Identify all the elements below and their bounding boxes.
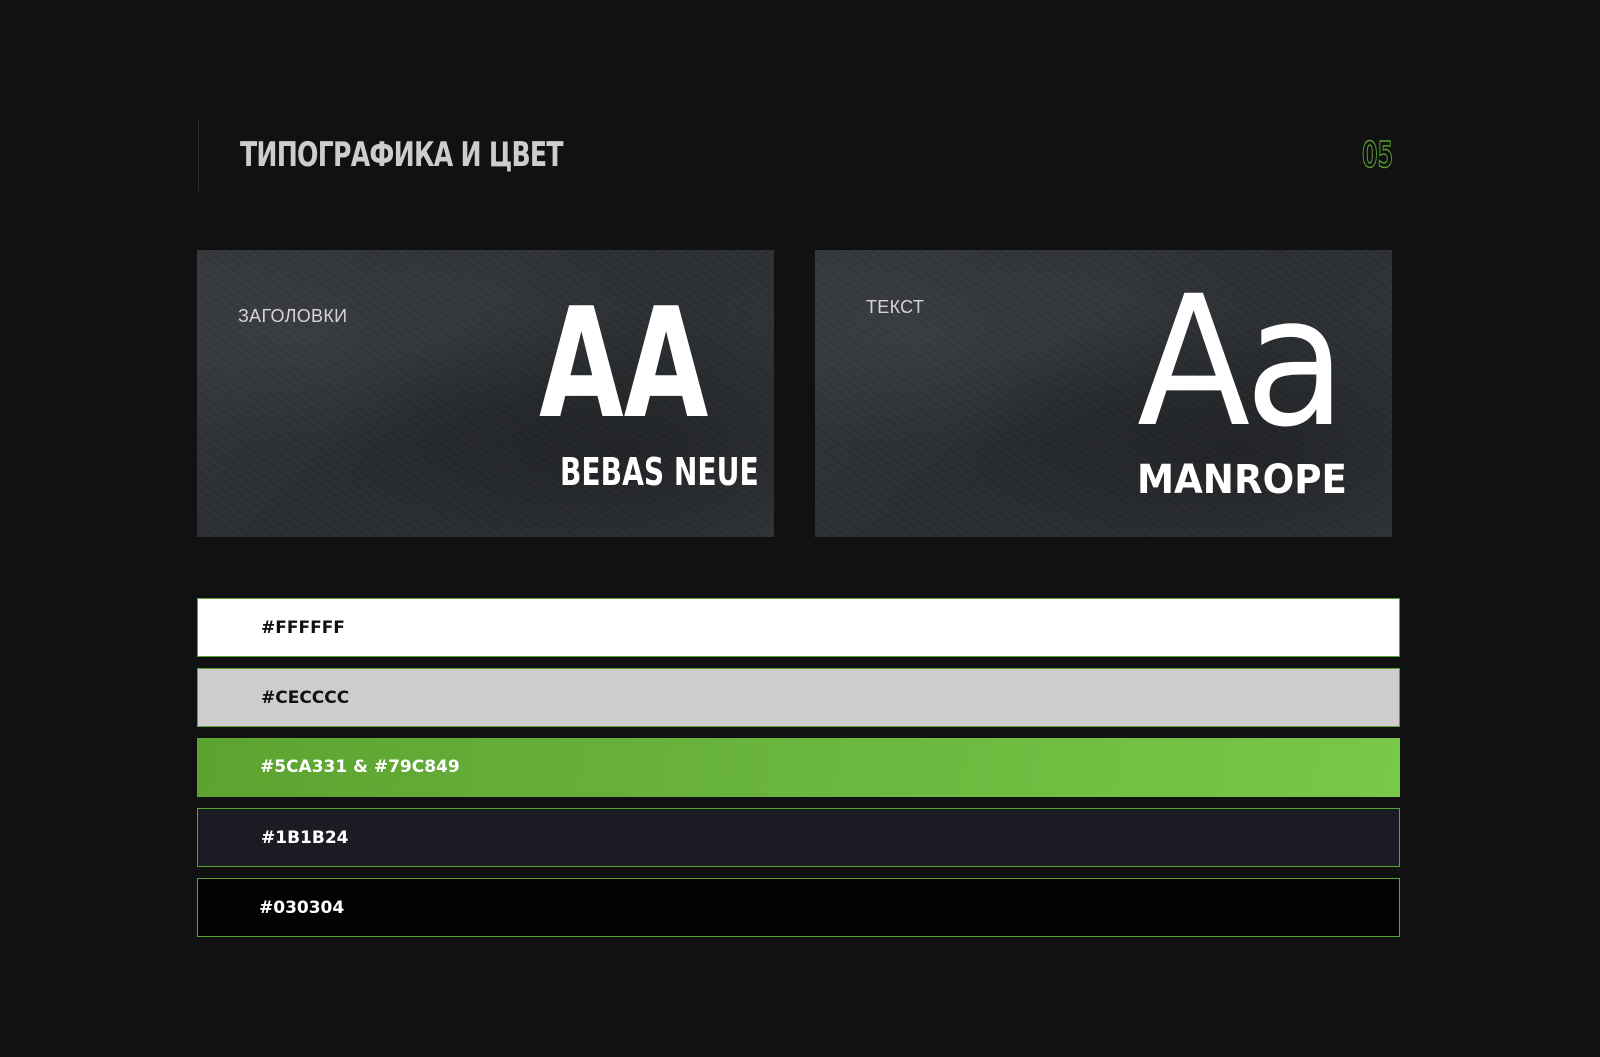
- color-swatch-label: #030304: [259, 898, 345, 918]
- headings-font-card: ЗАГОЛОВКИ AA BEBAS NEUE: [197, 250, 774, 537]
- headings-font-sample: AA: [539, 275, 709, 452]
- color-swatch-dark-navy: #1B1B24: [197, 808, 1400, 867]
- color-swatch-green-gradient: #5CA331 & #79C849: [197, 738, 1400, 797]
- headings-font-name: BEBAS NEUE: [560, 450, 759, 494]
- color-swatch-light-gray: #CECCCC: [197, 668, 1400, 727]
- color-swatch-black: #030304: [197, 878, 1400, 937]
- headings-label: ЗАГОЛОВКИ: [238, 306, 348, 326]
- color-swatch-label: #1B1B24: [261, 828, 349, 848]
- text-font-sample: Aa: [1137, 258, 1346, 467]
- color-swatch-label: #FFFFFF: [261, 618, 345, 638]
- text-label: ТЕКСТ: [866, 297, 925, 317]
- color-swatch-label: #CECCCC: [261, 688, 350, 708]
- page-number: 05: [1362, 134, 1394, 176]
- color-swatch-label: #5CA331 & #79C849: [260, 757, 460, 777]
- header-divider: [198, 119, 199, 191]
- text-font-card: ТЕКСТ Aa MANROPE: [815, 250, 1392, 537]
- page-title: ТИПОГРАФИКА И ЦВЕТ: [240, 135, 564, 175]
- color-swatch-white: #FFFFFF: [197, 598, 1400, 657]
- text-font-name: MANROPE: [1137, 457, 1347, 503]
